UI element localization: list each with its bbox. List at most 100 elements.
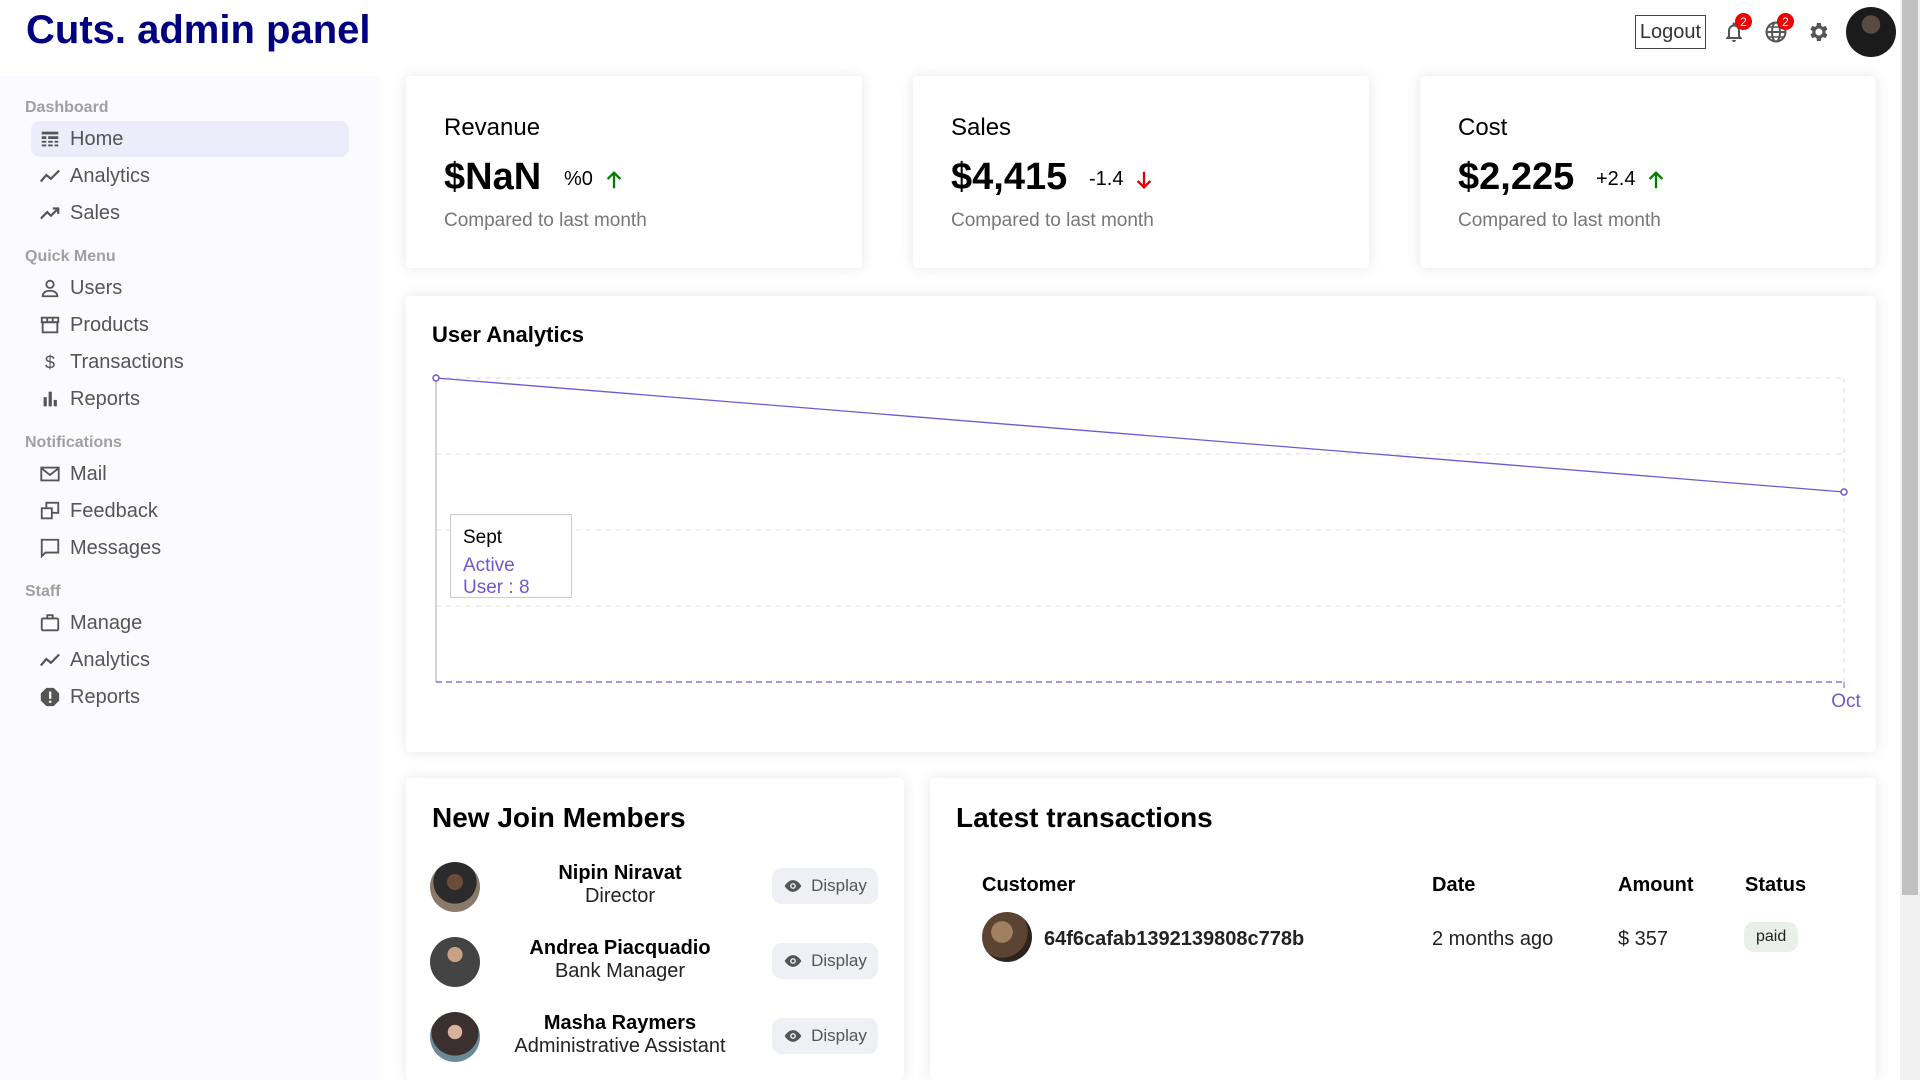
stat-card-revenue: Revanue $NaN %0 Compared to last month	[406, 76, 862, 268]
sidebar: Dashboard Home Analytics Sales Quick Men…	[0, 76, 380, 1080]
sidebar-section-title: Staff	[25, 583, 61, 600]
stat-title: Sales	[951, 114, 1012, 141]
display-button[interactable]: Display	[772, 1018, 878, 1054]
chart-series-line	[435, 377, 1845, 493]
report-icon	[40, 687, 60, 707]
sidebar-section-notifications: Notifications Mail Feedback Messages	[0, 431, 380, 566]
member-role: Bank Manager	[554, 960, 686, 982]
sidebar-item-reports[interactable]: Reports	[31, 381, 349, 417]
member-row: Andrea Piacquadio Bank Manager Display	[430, 933, 882, 989]
member-avatar	[430, 1012, 480, 1062]
feedback-icon	[40, 501, 60, 520]
language-count-badge: 2	[1777, 13, 1794, 30]
sidebar-item-staff-reports[interactable]: Reports	[31, 679, 349, 715]
notification-count-badge: 2	[1735, 13, 1752, 30]
chat-icon	[40, 538, 60, 559]
scrollbar-thumb[interactable]	[1902, 0, 1918, 895]
stat-card-sales: Sales $4,415 -1.4 Compared to last month	[913, 76, 1369, 268]
tooltip-label: Sept	[463, 527, 503, 548]
member-role: Director	[584, 885, 655, 907]
stat-subtitle: Compared to last month	[951, 210, 1154, 231]
stat-rate: %0	[564, 168, 625, 191]
stat-rate-value: -1.4	[1089, 168, 1124, 190]
column-header-date: Date	[1432, 874, 1476, 896]
display-label: Display	[811, 876, 867, 895]
gear-icon	[1810, 23, 1828, 41]
chart-data-point	[1840, 488, 1848, 496]
stat-subtitle: Compared to last month	[444, 210, 647, 231]
language-button[interactable]: 2	[1762, 13, 1794, 47]
analytics-icon	[39, 169, 60, 183]
sidebar-section-quick-menu: Quick Menu Users Products $ Transactions…	[0, 245, 380, 417]
sidebar-item-label: Reports	[70, 685, 141, 708]
page-scrollbar[interactable]	[1900, 0, 1920, 1080]
bar-chart-icon	[43, 391, 57, 407]
member-avatar	[430, 937, 480, 987]
sidebar-item-transactions[interactable]: $ Transactions	[31, 344, 349, 380]
display-button[interactable]: Display	[772, 868, 878, 904]
home-icon	[41, 131, 59, 147]
display-label: Display	[811, 1026, 867, 1045]
stat-title: Revanue	[444, 114, 541, 141]
stat-value: $NaN	[444, 156, 542, 198]
top-actions: Logout 2 2	[1634, 6, 1900, 58]
sidebar-item-label: Products	[70, 313, 149, 336]
sidebar-item-label: Messages	[70, 536, 162, 559]
settings-button[interactable]	[1804, 17, 1832, 47]
customer-avatar	[982, 912, 1032, 962]
sidebar-item-label: Manage	[70, 611, 143, 634]
sidebar-item-label: Analytics	[70, 164, 151, 187]
stat-rate: -1.4	[1089, 168, 1155, 191]
stat-rate-value: %0	[564, 168, 593, 190]
sidebar-item-messages[interactable]: Messages	[31, 530, 349, 566]
briefcase-icon	[40, 614, 60, 632]
chart-x-tick-label: Oct	[1831, 691, 1861, 712]
column-header-amount: Amount	[1618, 874, 1694, 896]
sidebar-item-users[interactable]: Users	[31, 270, 349, 306]
sidebar-section-title: Dashboard	[25, 99, 109, 116]
chart-data-point	[432, 374, 440, 382]
new-members-card: New Join Members Nipin Niravat Director …	[406, 778, 904, 1080]
member-name: Andrea Piacquadio	[529, 937, 711, 959]
sidebar-section-staff: Staff Manage Analytics Reports	[0, 580, 380, 715]
member-role: Administrative Assistant	[514, 1035, 726, 1057]
sidebar-item-mail[interactable]: Mail	[31, 456, 349, 492]
svg-text:$: $	[45, 351, 55, 372]
dollar-icon: $	[45, 351, 55, 372]
tooltip-value: Active User : 8	[463, 555, 530, 598]
transactions-title: Latest transactions	[956, 802, 1213, 833]
eye-icon	[784, 955, 802, 967]
sidebar-item-home[interactable]: Home	[31, 121, 349, 157]
member-row: Masha Raymers Administrative Assistant D…	[430, 1008, 882, 1064]
transaction-date: 2 months ago	[1432, 928, 1554, 950]
analytics-icon	[39, 653, 60, 667]
status-badge: paid	[1744, 922, 1799, 952]
app-logo[interactable]: Cuts. admin panel	[26, 8, 371, 53]
notifications-button[interactable]: 2	[1720, 13, 1752, 47]
column-header-customer: Customer	[982, 874, 1076, 896]
sidebar-section-title: Quick Menu	[25, 248, 116, 265]
customer-id: 64f6cafab1392139808c778b	[1044, 928, 1305, 950]
sidebar-item-staff-analytics[interactable]: Analytics	[31, 642, 349, 678]
stat-value: $4,415	[951, 156, 1068, 198]
stat-card-cost: Cost $2,225 +2.4 Compared to last month	[1420, 76, 1876, 268]
sidebar-item-label: Sales	[70, 201, 121, 224]
sidebar-item-manage[interactable]: Manage	[31, 605, 349, 641]
stat-rate-value: +2.4	[1596, 168, 1636, 190]
arrow-up-icon	[606, 170, 622, 188]
sidebar-item-label: Transactions	[70, 350, 184, 373]
member-name: Nipin Niravat	[558, 862, 682, 884]
user-analytics-chart[interactable]: Oct	[406, 296, 1876, 752]
user-avatar[interactable]	[1846, 7, 1896, 57]
sidebar-item-analytics[interactable]: Analytics	[31, 158, 349, 194]
sidebar-item-label: Reports	[70, 387, 141, 410]
sidebar-item-label: Users	[70, 276, 123, 299]
display-button[interactable]: Display	[772, 943, 878, 979]
member-row: Nipin Niravat Director Display	[430, 858, 882, 914]
sidebar-item-sales[interactable]: Sales	[31, 195, 349, 231]
sidebar-item-products[interactable]: Products	[31, 307, 349, 343]
sidebar-item-feedback[interactable]: Feedback	[31, 493, 349, 529]
logout-button[interactable]: Logout	[1634, 15, 1706, 49]
top-bar: Cuts. admin panel Logout 2 2	[0, 0, 1900, 72]
arrow-down-icon	[1137, 171, 1152, 189]
